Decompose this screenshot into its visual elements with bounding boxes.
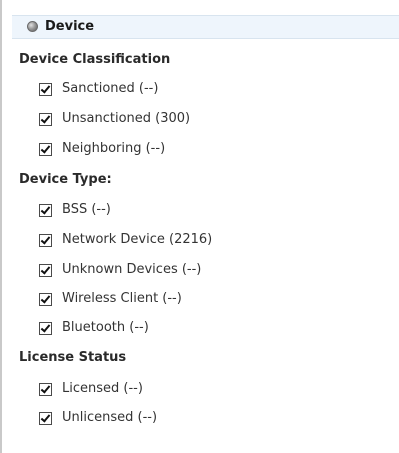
device-panel-header[interactable]: Device (12, 15, 399, 39)
filter-item-bluetooth[interactable]: Bluetooth (--) (39, 320, 149, 336)
filter-item-label: Neighboring (--) (62, 141, 166, 156)
filter-item-bss[interactable]: BSS (--) (39, 202, 111, 218)
checkbox-licensed[interactable] (39, 382, 52, 396)
filter-item-licensed[interactable]: Licensed (--) (39, 381, 143, 397)
checkbox-unknown-devices[interactable] (39, 263, 52, 277)
filter-item-neighboring[interactable]: Neighboring (--) (39, 141, 165, 157)
filter-item-label: Bluetooth (--) (62, 320, 149, 335)
filter-item-sanctioned[interactable]: Sanctioned (--) (39, 81, 158, 97)
section-title-license-status: License Status (19, 350, 127, 365)
filter-item-wireless-client[interactable]: Wireless Client (--) (39, 291, 182, 307)
checkbox-sanctioned[interactable] (39, 82, 52, 96)
filter-item-label: Unlicensed (--) (62, 410, 158, 425)
filter-item-label: Unknown Devices (--) (62, 262, 202, 277)
checkbox-unlicensed[interactable] (39, 411, 52, 425)
filter-item-network-device[interactable]: Network Device (2216) (39, 232, 212, 248)
filter-item-unknown-devices[interactable]: Unknown Devices (--) (39, 262, 201, 278)
checkbox-wireless-client[interactable] (39, 292, 52, 306)
filter-item-label: Unsanctioned (300) (62, 111, 191, 126)
device-filter-panel: Device Device Classification Sanctioned … (0, 0, 399, 453)
filter-item-label: Network Device (2216) (62, 232, 213, 247)
checkbox-bss[interactable] (39, 203, 52, 217)
checkbox-bluetooth[interactable] (39, 321, 52, 335)
checkbox-unsanctioned[interactable] (39, 112, 52, 126)
filter-item-label: Wireless Client (--) (62, 291, 182, 306)
filter-item-label: BSS (--) (62, 202, 111, 217)
filter-item-label: Licensed (--) (62, 381, 143, 396)
panel-title: Device (45, 19, 95, 34)
filter-item-unlicensed[interactable]: Unlicensed (--) (39, 410, 157, 426)
filter-item-label: Sanctioned (--) (62, 81, 159, 96)
filter-item-unsanctioned[interactable]: Unsanctioned (300) (39, 111, 190, 127)
section-title-device-classification: Device Classification (19, 52, 171, 67)
section-title-device-type: Device Type: (19, 172, 112, 187)
status-dot-icon (27, 21, 38, 32)
checkbox-neighboring[interactable] (39, 142, 52, 156)
checkbox-network-device[interactable] (39, 233, 52, 247)
